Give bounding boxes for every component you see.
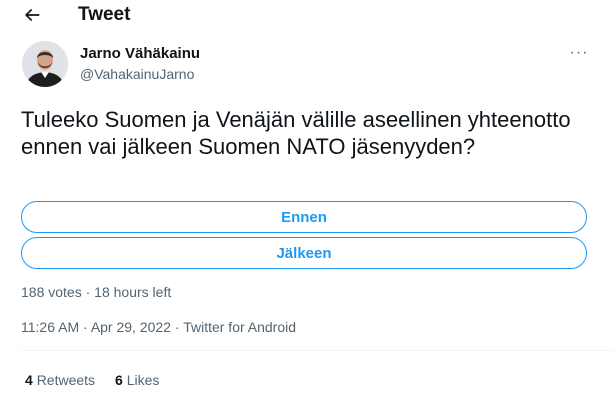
arrow-left-icon (25, 9, 40, 21)
meta-separator: · (85, 284, 91, 300)
meta-separator: · (83, 319, 88, 335)
poll-time-left: 18 hours left (94, 284, 172, 300)
more-horizontal-icon: ··· (569, 44, 589, 61)
meta-separator: · (174, 319, 180, 335)
poll-meta: 188 votes · 18 hours left (21, 284, 171, 300)
page-title: Tweet (78, 4, 131, 25)
poll-option-ennen[interactable]: Ennen (21, 201, 587, 233)
tweet-date[interactable]: Apr 29, 2022 (91, 319, 171, 335)
retweets-label: Retweets (36, 372, 96, 388)
back-button[interactable] (20, 3, 44, 27)
avatar-image (22, 41, 68, 87)
tweet-timestamp: 11:26 AM · Apr 29, 2022 · Twitter for An… (21, 319, 296, 335)
likes-stat[interactable]: 6 Likes (115, 372, 159, 388)
more-options-button[interactable]: ··· (568, 44, 590, 62)
author-handle[interactable]: @VahakainuJarno (80, 66, 194, 82)
tweet-time[interactable]: 11:26 AM (21, 319, 79, 335)
retweets-count: 4 (25, 372, 33, 388)
author-name[interactable]: Jarno Vähäkainu (80, 45, 200, 62)
tweet-header: Tweet (0, 0, 613, 34)
tweet-stats: 4 Retweets 6 Likes (25, 372, 159, 388)
likes-label: Likes (126, 372, 160, 388)
likes-count: 6 (115, 372, 123, 388)
retweets-stat[interactable]: 4 Retweets (25, 372, 95, 388)
tweet-text: Tuleeko Suomen ja Venäjän välille aseell… (21, 107, 571, 159)
poll-option-jalkeen[interactable]: Jälkeen (21, 237, 587, 269)
avatar[interactable] (22, 41, 68, 87)
poll-votes: 188 votes (21, 284, 82, 300)
divider (21, 350, 613, 351)
tweet-source[interactable]: Twitter for Android (183, 319, 296, 335)
